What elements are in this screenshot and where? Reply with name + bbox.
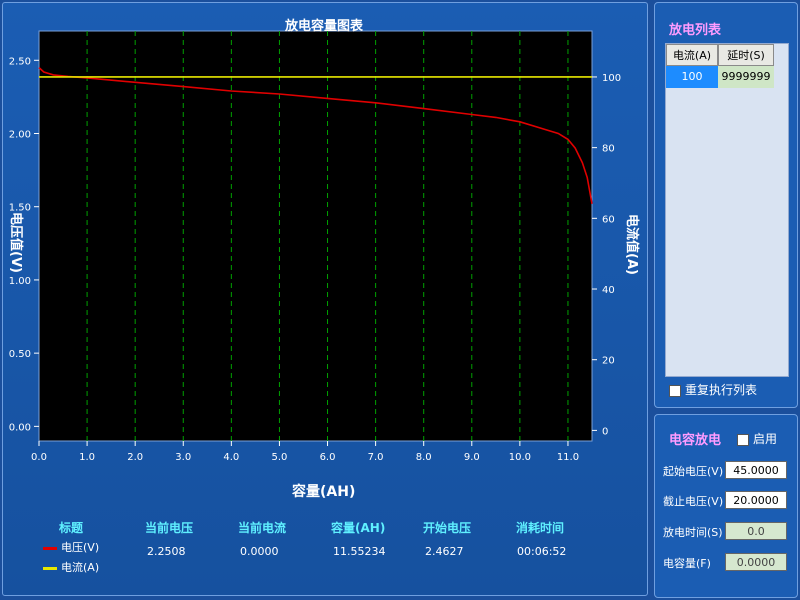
repeat-list-label: 重复执行列表: [685, 383, 758, 397]
status-header-voltage: 当前电压: [145, 521, 194, 535]
list-column-current[interactable]: 电流(A): [666, 44, 718, 66]
x-tick-label-7: 7.0: [368, 452, 384, 463]
capacitance-value: 0.0000: [725, 553, 787, 571]
status-header-current: 当前电流: [238, 521, 287, 535]
start-voltage-label: 起始电压(V): [663, 465, 724, 478]
repeat-list-option[interactable]: 重复执行列表: [669, 381, 757, 398]
x-tick-label-3: 3.0: [175, 452, 191, 463]
y-left-tick-label-1: 0.50: [9, 349, 31, 360]
y-right-tick-label-3: 60: [602, 214, 615, 225]
status-table: 标题 当前电压 当前电流 容量(AH) 开始电压 消耗时间 电压(V) 电流(A…: [33, 515, 633, 585]
x-tick-label-9: 9.0: [464, 452, 480, 463]
legend-label-voltage: 电压(V): [61, 541, 100, 554]
y-right-tick-label-0: 0: [602, 426, 608, 437]
legend-swatch-current: [43, 566, 57, 570]
x-tick-label-1: 1.0: [79, 452, 95, 463]
discharge-list-table[interactable]: 电流(A) 延时(S) 100 9999999: [665, 43, 789, 377]
status-header-title: 标题: [59, 521, 84, 535]
capacitor-enable-option[interactable]: 启用: [737, 430, 777, 447]
status-header-elapsed: 消耗时间: [516, 521, 565, 535]
legend-current: 电流(A): [43, 559, 99, 575]
list-cell-current[interactable]: 100: [666, 66, 718, 88]
start-voltage-input[interactable]: 45.0000: [725, 461, 787, 479]
capacitor-enable-label: 启用: [753, 432, 778, 446]
y-right-ticks: 0 20 40 60 80 100: [592, 73, 621, 437]
list-column-delay[interactable]: 延时(S): [718, 44, 774, 66]
y-right-tick-label-5: 100: [602, 73, 621, 84]
status-value-voltage: 2.2508: [147, 545, 186, 558]
list-cell-delay[interactable]: 9999999: [718, 66, 774, 88]
legend-swatch-voltage: [43, 546, 57, 550]
capacitor-enable-checkbox[interactable]: [737, 433, 749, 446]
x-tick-label-4: 4.0: [223, 452, 239, 463]
x-tick-label-8: 8.0: [416, 452, 432, 463]
discharge-time-label: 放电时间(S): [663, 526, 723, 539]
x-tick-label-11: 11.0: [557, 452, 579, 463]
y-right-axis-label: 电流值(A): [623, 214, 639, 275]
status-header-capacity: 容量(AH): [331, 521, 386, 535]
y-right-tick-label-2: 40: [602, 285, 615, 296]
chart-panel: 0.0 1.0 2.0 3.0 4.0 5.0 6.0 7.0 8.0 9.0 10.0 11.0 0…: [2, 2, 648, 596]
chart-title: 放电容量图表: [285, 19, 364, 34]
x-tick-label-10: 10.0: [509, 452, 531, 463]
capacitance-label: 电容量(F): [663, 557, 711, 570]
cutoff-voltage-input[interactable]: 20.0000: [725, 491, 787, 509]
x-axis-ticks: 0.0 1.0 2.0 3.0 4.0 5.0 6.0 7.0 8.0 9.0 10.0 11.0: [31, 441, 579, 463]
chart-canvas: 0.0 1.0 2.0 3.0 4.0 5.0 6.0 7.0 8.0 9.0 10.0 11.0 0…: [9, 30, 621, 463]
y-left-tick-label-2: 1.00: [9, 276, 31, 287]
y-right-tick-label-1: 20: [602, 356, 615, 367]
x-tick-label-6: 6.0: [320, 452, 336, 463]
status-value-start-voltage: 2.4627: [425, 545, 464, 558]
x-tick-label-2: 2.0: [127, 452, 143, 463]
status-value-current: 0.0000: [240, 545, 279, 558]
plot-area: [38, 30, 593, 442]
discharge-list-title: 放电列表: [669, 23, 722, 38]
y-left-tick-label-5: 2.50: [9, 56, 31, 67]
discharge-time-value: 0.0: [725, 522, 787, 540]
repeat-list-checkbox[interactable]: [669, 384, 681, 397]
discharge-list-panel: 放电列表 电流(A) 延时(S) 100 9999999 重复执行列表: [654, 2, 798, 408]
x-tick-label-0: 0.0: [31, 452, 47, 463]
x-axis-label: 容量(AH): [292, 484, 356, 500]
y-left-axis-label: 电压值(V): [7, 212, 23, 273]
capacitor-discharge-panel: 电容放电 启用 起始电压(V) 45.0000 截止电压(V) 20.0000 …: [654, 414, 798, 598]
cutoff-voltage-label: 截止电压(V): [663, 495, 724, 508]
y-right-tick-label-4: 80: [602, 144, 615, 155]
y-left-tick-label-0: 0.00: [9, 422, 31, 433]
status-value-elapsed: 00:06:52: [517, 545, 567, 558]
y-left-tick-label-4: 2.00: [9, 130, 31, 141]
legend-voltage: 电压(V): [43, 539, 99, 555]
legend-label-current: 电流(A): [61, 561, 100, 574]
x-tick-label-5: 5.0: [271, 452, 287, 463]
status-value-capacity: 11.55234: [333, 545, 386, 558]
status-header-start-voltage: 开始电压: [423, 521, 472, 535]
capacitor-title: 电容放电: [669, 433, 722, 448]
